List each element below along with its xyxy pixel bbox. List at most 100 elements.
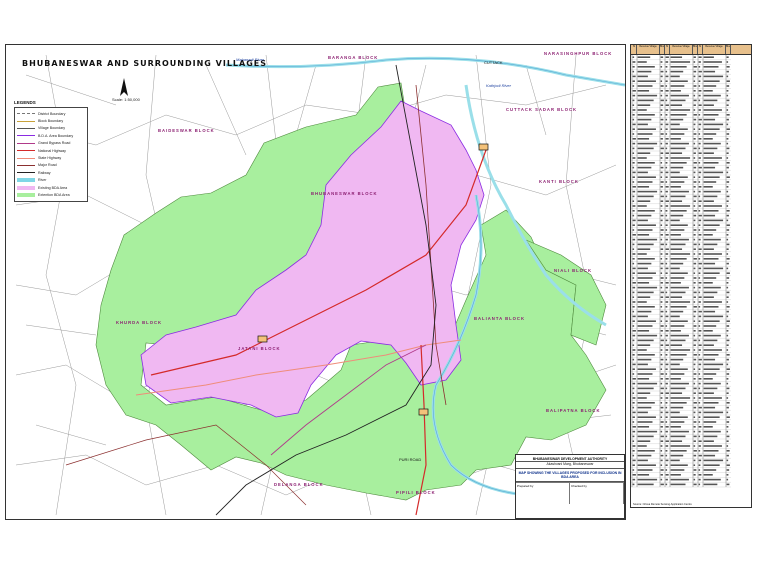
table-cell-text <box>726 138 729 140</box>
table-cell-text <box>703 123 724 126</box>
table-cell-text <box>693 363 696 366</box>
table-cell-text <box>637 70 652 73</box>
table-cell-text <box>693 286 696 289</box>
table-cell-text <box>660 205 663 207</box>
table-cell-text <box>693 454 697 457</box>
table-cell-text <box>670 368 688 370</box>
table-cell-text <box>698 459 702 462</box>
table-cell-text <box>726 109 729 111</box>
table-cell-text <box>670 454 684 457</box>
table-cell-text <box>637 310 652 313</box>
table-cell-text <box>660 200 664 202</box>
table-cell-text <box>665 440 669 442</box>
table-cell-text <box>698 474 702 476</box>
table-cell-text <box>698 358 702 361</box>
table-cell-text <box>632 162 635 164</box>
table-cell-text <box>665 114 668 116</box>
table-cell-text <box>665 181 668 183</box>
table-cell-text <box>670 344 683 346</box>
table-cell-text <box>637 243 654 246</box>
table-cell-text <box>670 435 686 438</box>
table-cell-text <box>726 128 730 130</box>
table-cell-text <box>698 70 702 73</box>
table-cell-text <box>693 406 697 409</box>
table-cell-text <box>632 402 635 404</box>
legend-label: Block Boundary <box>38 119 64 124</box>
river-label: Mahanadi River <box>236 57 265 62</box>
table-cell-text <box>726 426 729 428</box>
table-cell-text <box>703 214 716 217</box>
table-cell-text <box>637 382 658 385</box>
table-cell-text <box>698 118 702 121</box>
table-cell-text <box>632 138 636 140</box>
legend-swatch <box>17 135 35 137</box>
table-cell-text <box>726 478 729 481</box>
table-cell-text <box>698 205 701 207</box>
table-cell-text <box>693 56 696 58</box>
table-cell-text <box>665 267 669 270</box>
table-cell-text <box>632 176 635 178</box>
table-cell-text <box>693 176 696 178</box>
table-cell-text <box>726 190 729 193</box>
table-cell-text <box>703 147 718 150</box>
table-cell-text <box>632 190 636 193</box>
table-cell-text <box>726 291 730 294</box>
table-cell-text <box>726 373 730 375</box>
table-cell-text <box>698 478 701 481</box>
table-cell-text <box>632 291 635 294</box>
table-cell-text <box>660 445 663 447</box>
table-cell-text <box>670 397 691 399</box>
table-cell-text <box>726 464 730 466</box>
table-cell-text <box>698 483 701 486</box>
table-cell-text <box>665 147 668 150</box>
table-cell-text <box>665 166 668 169</box>
table-cell-text <box>665 123 669 126</box>
table-cell-text <box>703 133 717 135</box>
table-cell-text <box>703 171 724 174</box>
map-scale: Scale: 1:50,000 <box>112 97 140 102</box>
table-cell-text <box>665 469 668 471</box>
table-cell-text <box>632 349 636 351</box>
table-cell-text <box>670 243 686 246</box>
table-cell-text <box>693 85 697 87</box>
table-cell-text <box>703 210 719 212</box>
town-label: PURI ROAD <box>399 457 422 462</box>
table-cell-text <box>698 114 701 116</box>
table-cell-text <box>698 186 702 188</box>
table-cell-text <box>632 301 636 303</box>
table-cell-text <box>632 358 635 361</box>
table-cell-text <box>632 339 635 342</box>
table-cell-text <box>698 445 701 447</box>
table-cell-text <box>670 85 685 87</box>
legend-swatch <box>17 113 35 115</box>
table-cell-text <box>726 306 730 308</box>
table-cell-text <box>670 147 686 150</box>
table-cell-text <box>665 358 668 361</box>
table-cell-text <box>665 474 669 476</box>
table-cell-text <box>670 186 681 188</box>
table-cell-text <box>698 291 701 294</box>
table-cell-text <box>698 267 702 270</box>
river-label: Kathjodi River <box>486 83 511 88</box>
table-cell-text <box>703 406 716 409</box>
table-cell-text <box>726 282 729 284</box>
table-cell-text <box>703 421 717 423</box>
table-cell-text <box>665 262 668 265</box>
table-cell-text <box>670 229 685 231</box>
table-cell-text <box>665 387 668 390</box>
table-cell-text <box>670 315 680 318</box>
table-cell-text <box>632 80 635 82</box>
table-cell-text <box>665 277 668 279</box>
table-cell-text <box>698 219 702 222</box>
table-cell-text <box>632 214 635 217</box>
table-cell-text <box>632 109 636 111</box>
table-cell-text <box>726 320 730 322</box>
table-cell-text <box>693 301 696 303</box>
table-cell-text <box>637 464 656 466</box>
table-cell-text <box>665 334 668 337</box>
legend-swatch <box>17 164 35 166</box>
table-cell-text <box>693 157 696 159</box>
table-cell-text <box>693 118 697 121</box>
legend-row: River <box>17 177 85 184</box>
table-cell-text <box>693 306 697 308</box>
